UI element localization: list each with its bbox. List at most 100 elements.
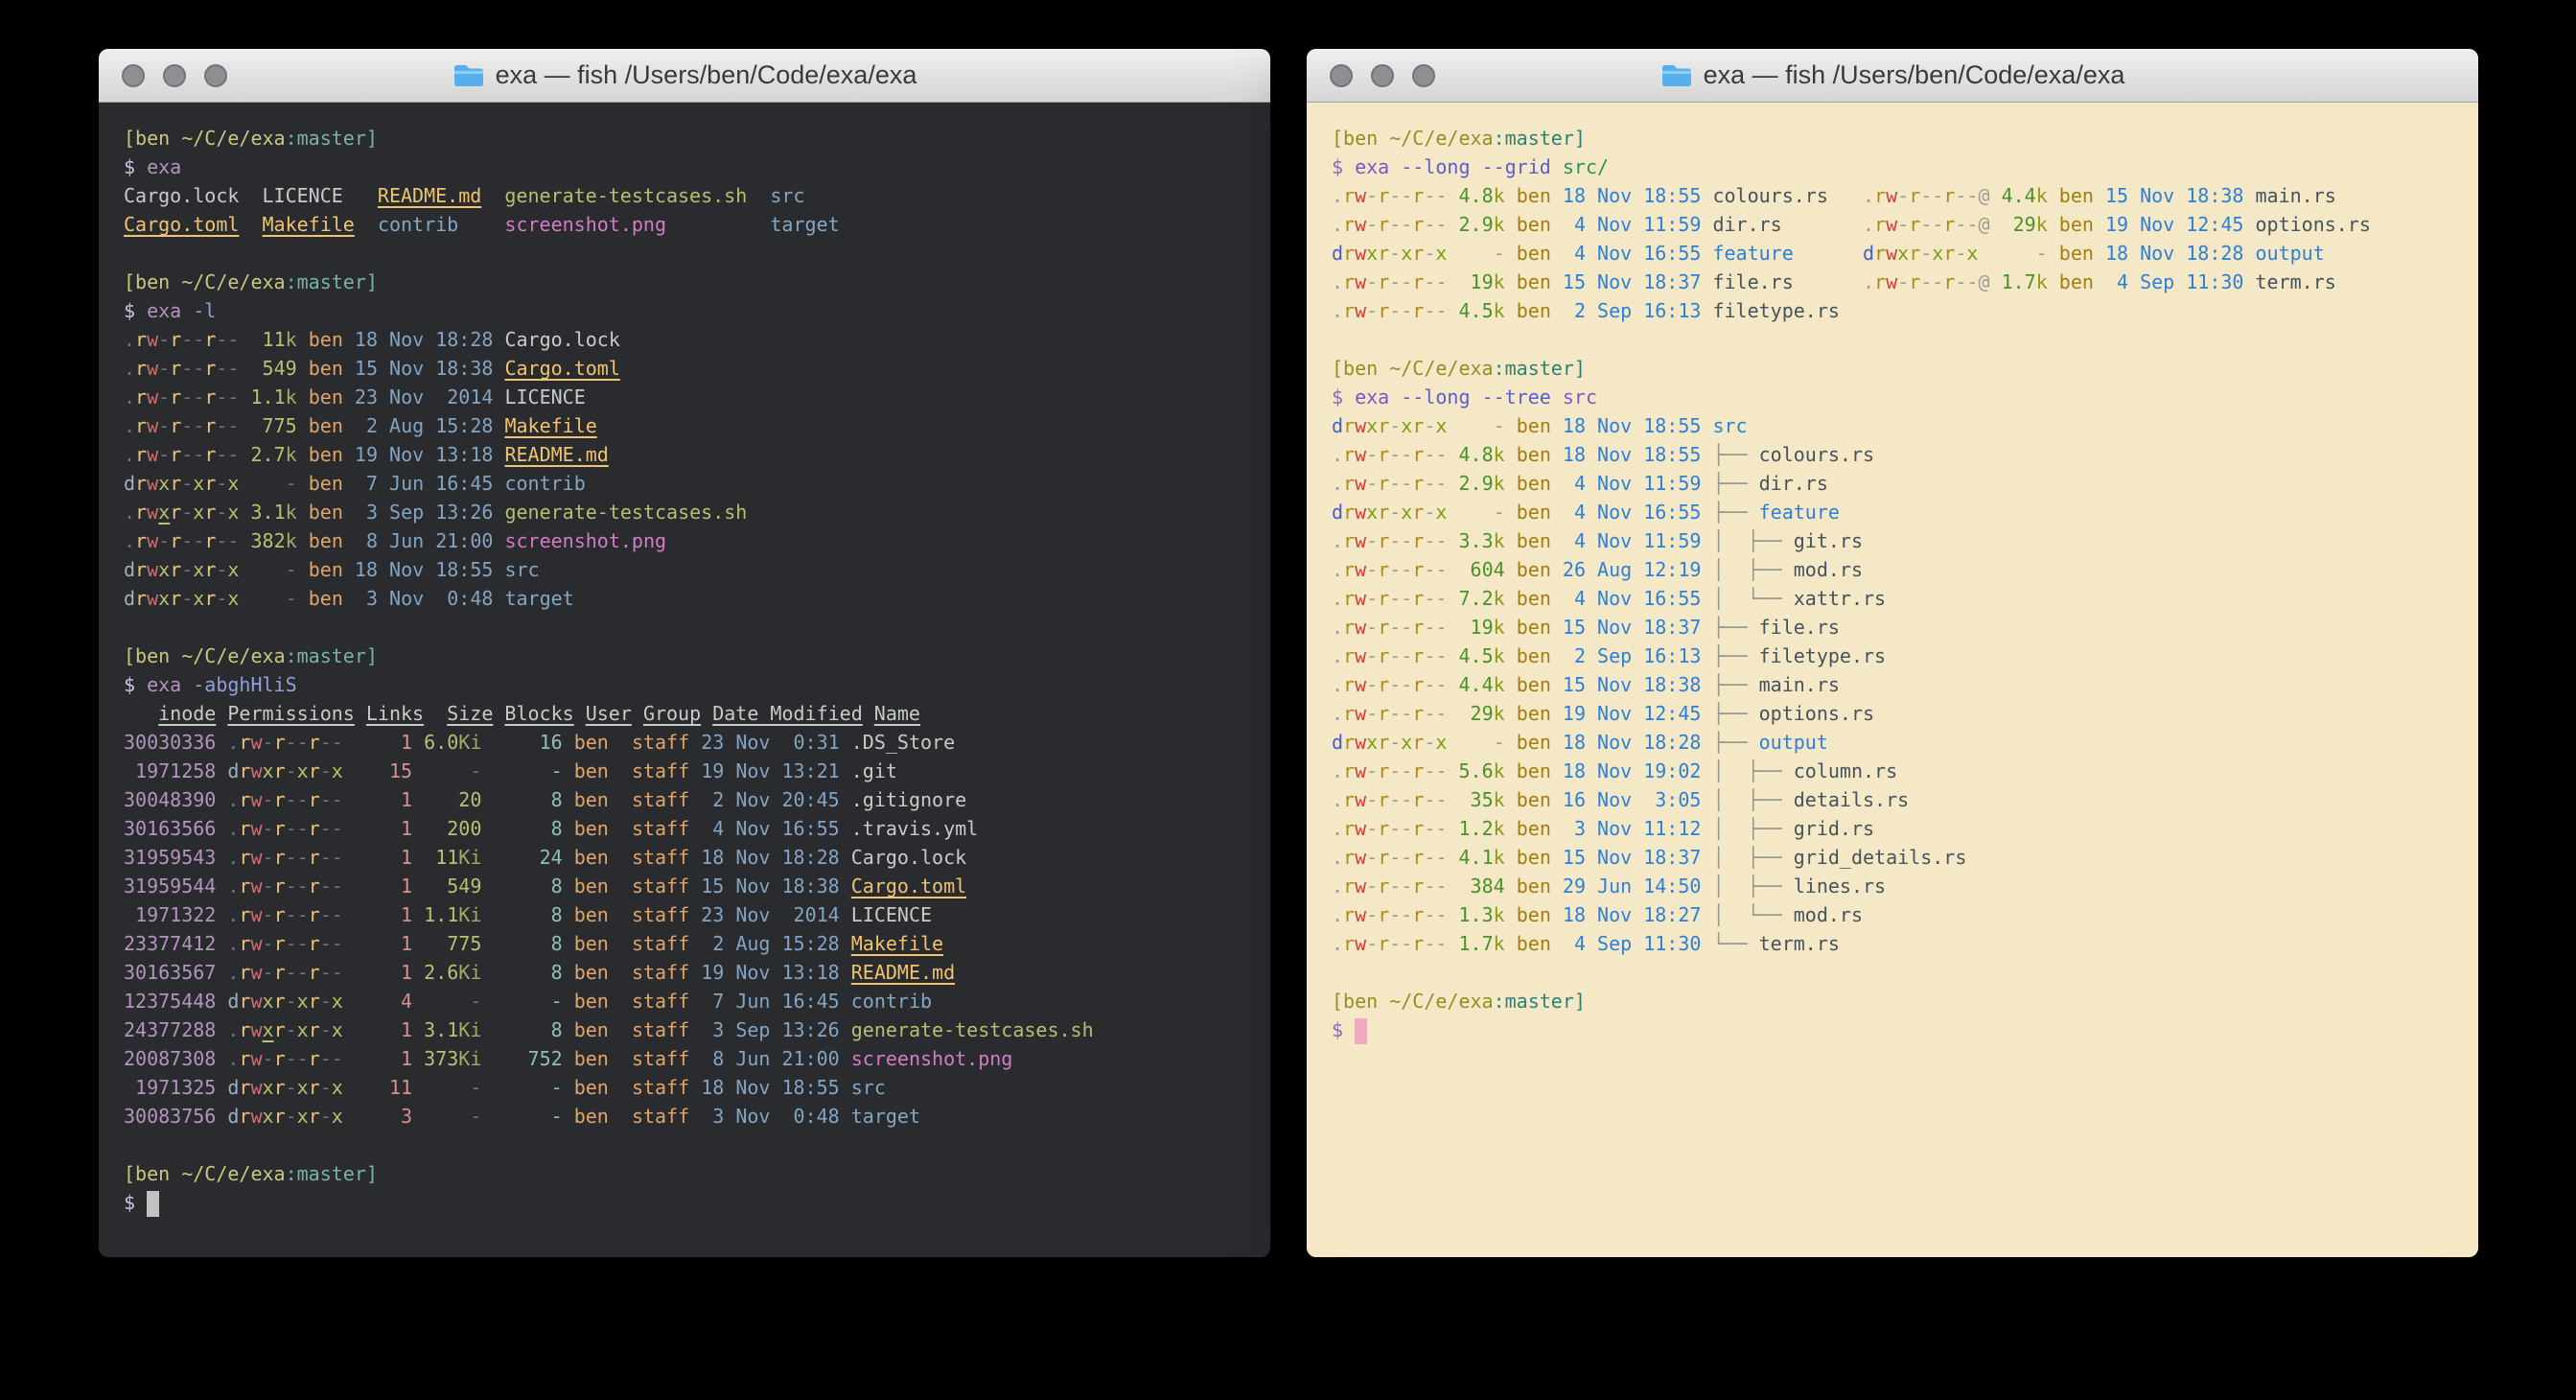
text xyxy=(689,846,701,869)
inode: 30083756 xyxy=(124,1105,216,1128)
terminal-line: .rw-r--r-- 604 ben 26 Aug 12:19 │ ├── mo… xyxy=(1332,555,2453,584)
perm-bit: x xyxy=(1435,242,1447,265)
perm-bit: r xyxy=(239,817,250,840)
blocks: 8 xyxy=(493,788,562,811)
text: grid.rs xyxy=(1794,817,1874,840)
terminal-output[interactable]: [ben ~/C/e/exa:master]$ exa --long --gri… xyxy=(1307,103,2478,1257)
perm-bit: x xyxy=(332,990,343,1013)
file-size: - xyxy=(251,558,297,581)
perm-bit: - xyxy=(332,846,343,869)
perm-bit: - xyxy=(193,529,204,552)
perm-bit: . xyxy=(124,529,135,552)
perm-bit: - xyxy=(263,788,274,811)
perm-bit: r xyxy=(1412,932,1424,955)
text xyxy=(1701,759,1712,782)
command-flag: -abghHliS xyxy=(193,673,296,696)
file-size: 4.5 xyxy=(1459,299,1494,322)
permissions: .rw-r--r-- xyxy=(1332,702,1447,725)
prompt-dollar: $ xyxy=(1332,155,1355,178)
terminal-line: .rw-r--r-- 384 ben 29 Jun 14:50 │ ├── li… xyxy=(1332,872,2453,900)
text xyxy=(481,788,493,811)
file-size: k xyxy=(1494,846,1505,869)
terminal-line: $ xyxy=(1332,1015,2453,1044)
file-size: k xyxy=(1494,587,1505,610)
tree-branch: │ ├── xyxy=(1712,529,1793,552)
close-button[interactable] xyxy=(1330,64,1353,87)
text: lines.rs xyxy=(1794,875,1886,898)
perm-bit: r xyxy=(1343,702,1355,725)
text xyxy=(493,587,504,610)
perm-bit: . xyxy=(227,875,239,898)
perm-bit: r xyxy=(1378,443,1389,466)
perm-bit: r xyxy=(239,1047,250,1070)
text xyxy=(493,529,504,552)
titlebar[interactable]: exa — fish /Users/ben/Code/exa/exa xyxy=(99,49,1270,103)
perm-bit: - xyxy=(332,817,343,840)
perm-bit: - xyxy=(1897,213,1909,236)
file-size: - xyxy=(424,759,481,782)
perm-bit: . xyxy=(1332,472,1343,495)
perm-bit: r xyxy=(135,558,147,581)
date-modified: 4 Sep 11:30 xyxy=(1563,932,1702,955)
file-size: Ki xyxy=(458,903,481,926)
text xyxy=(412,903,424,926)
perm-bit: x xyxy=(193,501,204,524)
text: main.rs xyxy=(2256,184,2336,207)
perm-bit: - xyxy=(320,875,332,898)
perm-bit: . xyxy=(1332,616,1343,639)
text xyxy=(297,472,309,495)
file-owner: ben xyxy=(1517,817,1551,840)
text xyxy=(1447,213,1458,236)
perm-bit: r xyxy=(170,414,181,437)
file-size: 7.2 xyxy=(1459,587,1494,610)
text xyxy=(1505,529,1517,552)
prompt-branch: :master] xyxy=(286,644,378,667)
perm-bit: w xyxy=(1355,702,1366,725)
permissions: .rw-r--r-- xyxy=(124,328,239,351)
file-size: 4.4 xyxy=(1459,673,1494,696)
minimize-button[interactable] xyxy=(163,64,186,87)
perm-bit: r xyxy=(239,759,250,782)
text xyxy=(1551,472,1563,495)
perm-bit: x xyxy=(1966,242,1978,265)
text xyxy=(1701,242,1712,265)
file-owner: ben xyxy=(309,357,343,380)
text xyxy=(412,759,424,782)
date-modified: 19 Nov 13:21 xyxy=(701,759,840,782)
perm-bit: r xyxy=(239,875,250,898)
text xyxy=(2048,184,2059,207)
permissions: drwxr-xr-x xyxy=(1863,242,1978,265)
file-size: 6.0Ki xyxy=(424,731,481,754)
permissions: .rw-r--r-- xyxy=(124,529,239,552)
perm-bit: x xyxy=(227,587,239,610)
perm-bit: w xyxy=(250,1076,262,1099)
text xyxy=(1447,932,1458,955)
text xyxy=(689,932,701,955)
perm-bit: r xyxy=(1343,644,1355,667)
text xyxy=(1505,616,1517,639)
titlebar[interactable]: exa — fish /Users/ben/Code/exa/exa xyxy=(1307,49,2478,103)
file-owner: ben xyxy=(1517,759,1551,782)
permissions: .rw-r--r-- xyxy=(1332,587,1447,610)
close-button[interactable] xyxy=(122,64,145,87)
terminal-output[interactable]: [ben ~/C/e/exa:master]$ exaCargo.lock LI… xyxy=(99,103,1270,1257)
text xyxy=(632,702,643,725)
command-arg-path: src/ xyxy=(1563,155,1609,178)
zoom-button[interactable] xyxy=(204,64,227,87)
text xyxy=(609,788,632,811)
terminal-line: [ben ~/C/e/exa:master] xyxy=(124,124,1245,152)
perm-bit: - xyxy=(1424,788,1435,811)
perm-bit: . xyxy=(1332,817,1343,840)
zoom-button[interactable] xyxy=(1412,64,1435,87)
column-header: User xyxy=(586,702,632,725)
text xyxy=(216,731,227,754)
perm-bit: . xyxy=(1332,788,1343,811)
file-owner: ben xyxy=(574,788,609,811)
text xyxy=(1447,846,1458,869)
perm-bit: r xyxy=(1874,184,1886,207)
text xyxy=(412,731,424,754)
perm-bit: . xyxy=(124,443,135,466)
minimize-button[interactable] xyxy=(1371,64,1394,87)
perm-bit: x xyxy=(227,472,239,495)
perm-bit: - xyxy=(1389,270,1401,293)
